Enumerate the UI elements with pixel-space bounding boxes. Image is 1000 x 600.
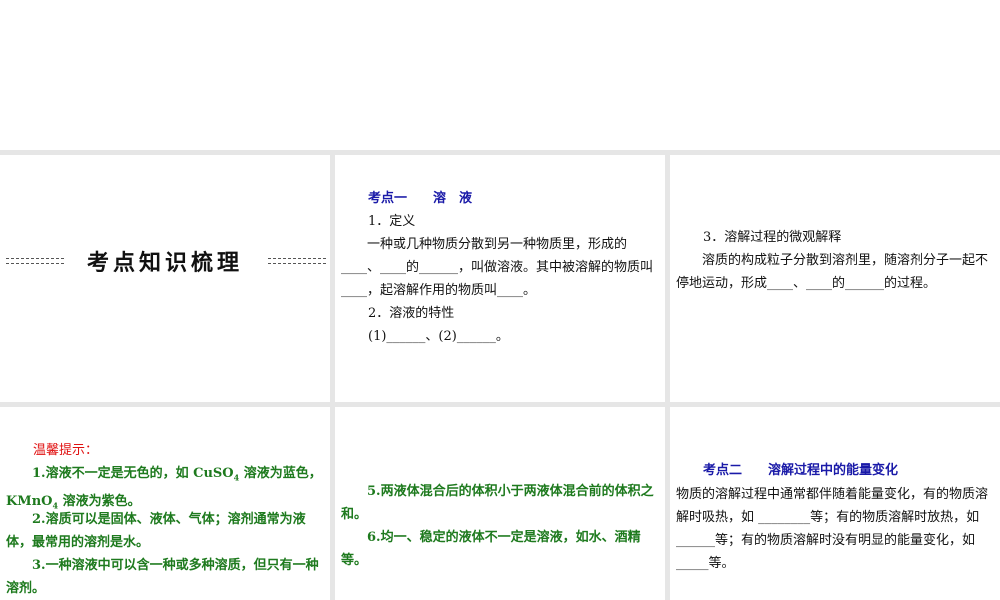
dashed-divider-right bbox=[268, 258, 326, 264]
topic-heading: 考点一 溶 液 bbox=[368, 191, 473, 206]
tip-1-text-a: 1.溶液不一定是无色的，如 CuSO bbox=[32, 466, 234, 481]
tip-2: 2.溶质可以是固体、液体、气体；溶剂通常为液体，最常用的溶剂是水。 bbox=[6, 512, 306, 550]
tip-1-text-c: 溶液为紫色。 bbox=[58, 493, 141, 509]
slide-thumbnail-6[interactable]: 考点二 溶解过程中的能量变化 物质的溶解过程中通常都伴随着能量变化，有的物质溶解… bbox=[670, 407, 1000, 600]
properties-blanks: (1)______、(2)______。 bbox=[368, 329, 509, 344]
energy-change-text: 物质的溶解过程中通常都伴随着能量变化，有的物质溶解时吸热，如 ________等… bbox=[676, 487, 989, 571]
tip-6: 6.均一、稳定的液体不一定是溶液，如水、酒精等。 bbox=[341, 530, 641, 568]
definition-text: 一种或几种物质分散到另一种物质里，形成的____、____的______，叫做溶… bbox=[341, 237, 654, 298]
slide-thumbnail-1[interactable]: 考点知识梳理 bbox=[0, 155, 330, 402]
slide-thumbnail-5[interactable]: 5.两液体混合后的体积小于两液体混合前的体积之和。 6.均一、稳定的液体不一定是… bbox=[335, 407, 665, 600]
tips-label: 温馨提示： bbox=[33, 443, 99, 458]
tip-5: 5.两液体混合后的体积小于两液体混合前的体积之和。 bbox=[341, 484, 654, 522]
slide-thumbnail-4[interactable]: 温馨提示： 1.溶液不一定是无色的，如 CuSO4 溶液为蓝色，KMnO4 溶液… bbox=[0, 407, 330, 600]
item-micro-explanation: 3．溶解过程的微观解释 bbox=[703, 230, 842, 245]
tip-3: 3.一种溶液中可以含一种或多种溶质，但只有一种溶剂。 bbox=[6, 558, 319, 596]
item-definition: 1．定义 bbox=[368, 214, 416, 229]
topic-heading-2: 考点二 溶解过程中的能量变化 bbox=[703, 463, 899, 478]
item-properties: 2．溶液的特性 bbox=[368, 306, 455, 321]
micro-explanation-text: 溶质的构成粒子分散到溶剂里，随溶剂分子一起不停地运动，形成____、____的_… bbox=[676, 253, 989, 291]
slide-thumbnail-2[interactable]: 考点一 溶 液 1．定义 一种或几种物质分散到另一种物质里，形成的____、__… bbox=[335, 155, 665, 402]
slide-thumbnail-3[interactable]: 3．溶解过程的微观解释 溶质的构成粒子分散到溶剂里，随溶剂分子一起不停地运动，形… bbox=[670, 155, 1000, 402]
